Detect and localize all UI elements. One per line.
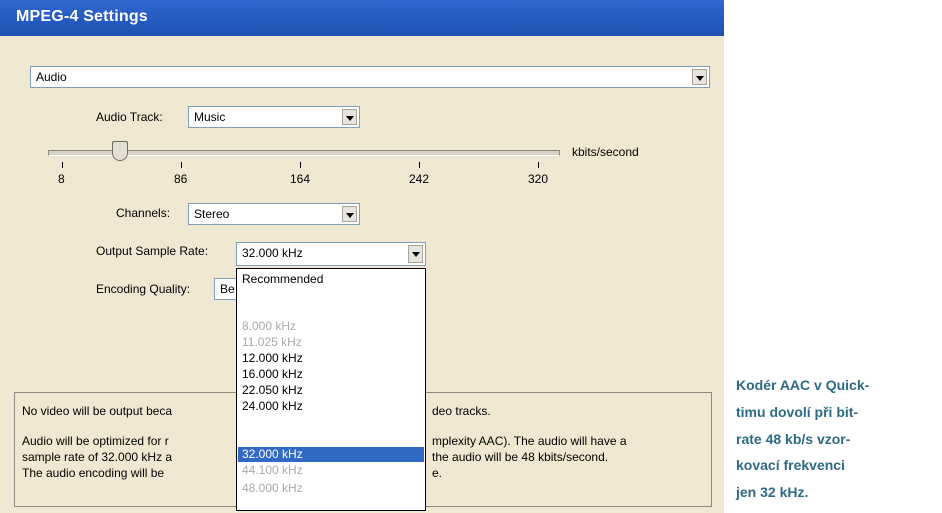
- channels-select[interactable]: Stereo: [188, 203, 360, 225]
- bitrate-tick-label: 86: [174, 172, 188, 186]
- dropdown-header-recommended: Recommended: [242, 272, 324, 286]
- title-bar[interactable]: MPEG-4 Settings: [0, 0, 724, 36]
- bitrate-tick-mark: [300, 162, 301, 168]
- dropdown-option[interactable]: 12.000 kHz: [238, 351, 424, 366]
- bitrate-tick-mark: [181, 162, 182, 168]
- encoding-quality-value: Be: [220, 282, 235, 296]
- summary-line-1a: No video will be output beca: [22, 404, 173, 418]
- bitrate-tick-label: 164: [290, 172, 311, 186]
- summary-line-3a: sample rate of 32.000 kHz a: [22, 450, 173, 464]
- chevron-down-icon[interactable]: [342, 206, 357, 222]
- chevron-down-icon[interactable]: [342, 109, 357, 125]
- dropdown-option: 48.000 kHz: [242, 481, 303, 495]
- bitrate-tick-mark: [62, 162, 63, 168]
- caption-line: kovací frekvenci: [736, 457, 845, 473]
- dropdown-option[interactable]: 22.050 kHz: [238, 383, 424, 398]
- summary-line-3b: the audio will be 48 kbits/second.: [432, 450, 609, 464]
- caption-line: timu dovolí při bit-: [736, 404, 859, 420]
- section-select-value: Audio: [36, 70, 67, 84]
- bitrate-tick-mark: [419, 162, 420, 168]
- mpeg4-settings-dialog: MPEG-4 Settings Audio Audio Track: Music…: [0, 0, 724, 513]
- summary-line-2a: Audio will be optimized for r: [22, 434, 169, 448]
- dropdown-option[interactable]: 16.000 kHz: [238, 367, 424, 382]
- dropdown-option: 44.100 kHz: [242, 463, 303, 477]
- dropdown-option: 11.025 kHz: [242, 335, 302, 349]
- bitrate-tick-label: 320: [528, 172, 549, 186]
- dropdown-option: 8.000 kHz: [242, 319, 297, 333]
- summary-line-2b: mplexity AAC). The audio will have a: [432, 434, 627, 448]
- audio-track-value: Music: [194, 110, 226, 124]
- output-sample-rate-label: Output Sample Rate:: [96, 244, 209, 258]
- bitrate-tick-label: 242: [409, 172, 430, 186]
- sample-rate-dropdown-list: Recommended 8.000 kHz 11.025 kHz 12.000 …: [236, 268, 426, 511]
- channels-label: Channels:: [116, 206, 171, 220]
- summary-line-4b: e.: [432, 466, 443, 480]
- chevron-down-icon[interactable]: [692, 69, 707, 85]
- audio-track-label: Audio Track:: [96, 110, 163, 124]
- audio-track-select[interactable]: Music: [188, 106, 360, 128]
- channels-value: Stereo: [194, 207, 230, 221]
- dropdown-option[interactable]: 24.000 kHz: [238, 399, 424, 414]
- summary-line-4a: The audio encoding will be: [22, 466, 165, 480]
- bitrate-tick-label: 8: [58, 172, 65, 186]
- encoding-quality-label: Encoding Quality:: [96, 282, 191, 296]
- summary-line-1b: deo tracks.: [432, 404, 491, 418]
- output-sample-rate-value: 32.000 kHz: [242, 246, 303, 260]
- bitrate-unit-label: kbits/second: [572, 145, 639, 159]
- dropdown-option-selected[interactable]: 32.000 kHz: [238, 447, 424, 462]
- bitrate-slider-thumb[interactable]: [112, 141, 128, 161]
- chevron-down-icon[interactable]: [408, 245, 423, 263]
- caption-line: jen 32 kHz.: [736, 484, 809, 500]
- output-sample-rate-select[interactable]: 32.000 kHz: [236, 242, 426, 266]
- caption-line: rate 48 kb/s vzor-: [736, 431, 851, 447]
- caption-line: Kodér AAC v Quick-: [736, 377, 870, 393]
- section-select[interactable]: Audio: [30, 66, 710, 88]
- bitrate-tick-mark: [538, 162, 539, 168]
- window-title: MPEG-4 Settings: [16, 8, 148, 25]
